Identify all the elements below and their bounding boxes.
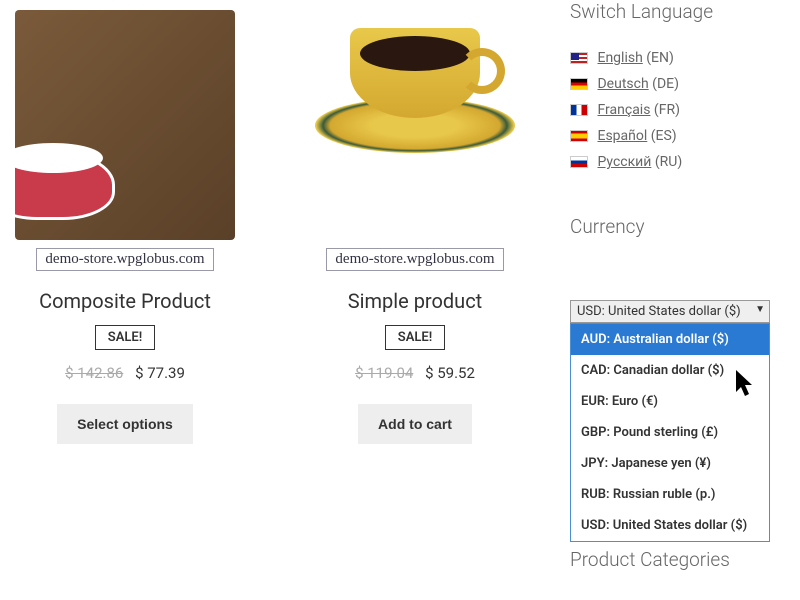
sale-badge: SALE! (95, 325, 155, 350)
language-item-fr[interactable]: Français (FR) (570, 97, 780, 123)
watermark: demo-store.wpglobus.com (326, 248, 503, 271)
flag-ru-icon (570, 156, 588, 168)
currency-option-aud[interactable]: AUD: Australian dollar ($) (571, 324, 769, 355)
language-item-ru[interactable]: Русский (RU) (570, 149, 780, 175)
currency-option-usd[interactable]: USD: United States dollar ($) (571, 510, 769, 541)
flag-us-icon (570, 52, 588, 64)
product-card: demo-store.wpglobus.com Composite Produc… (0, 0, 250, 444)
old-price: $ 142.86 (65, 364, 123, 382)
new-price: $ 77.39 (135, 364, 185, 382)
product-title[interactable]: Composite Product (0, 289, 250, 313)
product-image[interactable] (305, 10, 525, 240)
categories-heading: Product Categories (570, 548, 780, 571)
price: $ 142.86 $ 77.39 (0, 364, 250, 382)
add-to-cart-button[interactable]: Add to cart (358, 404, 472, 444)
currency-option-rub[interactable]: RUB: Russian ruble (p.) (571, 479, 769, 510)
currency-select[interactable]: USD: United States dollar ($) (570, 300, 770, 323)
flag-fr-icon (570, 104, 588, 116)
new-price: $ 59.52 (425, 364, 475, 382)
old-price: $ 119.04 (355, 364, 413, 382)
currency-option-cad[interactable]: CAD: Canadian dollar ($) (571, 355, 769, 386)
currency-dropdown: AUD: Australian dollar ($) CAD: Canadian… (570, 323, 770, 542)
currency-heading: Currency (570, 215, 780, 238)
flag-de-icon (570, 78, 588, 90)
flag-es-icon (570, 130, 588, 142)
language-item-de[interactable]: Deutsch (DE) (570, 71, 780, 97)
currency-option-eur[interactable]: EUR: Euro (€) (571, 386, 769, 417)
language-item-en[interactable]: English (EN) (570, 45, 780, 71)
select-options-button[interactable]: Select options (57, 404, 193, 444)
language-heading: Switch Language (570, 0, 780, 23)
language-item-es[interactable]: Español (ES) (570, 123, 780, 149)
currency-option-gbp[interactable]: GBP: Pound sterling (£) (571, 417, 769, 448)
price: $ 119.04 $ 59.52 (290, 364, 540, 382)
currency-option-jpy[interactable]: JPY: Japanese yen (¥) (571, 448, 769, 479)
product-card: demo-store.wpglobus.com Simple product S… (290, 0, 540, 444)
product-image[interactable] (15, 10, 235, 240)
product-title[interactable]: Simple product (290, 289, 540, 313)
language-list: English (EN) Deutsch (DE) Français (FR) … (570, 45, 780, 175)
watermark: demo-store.wpglobus.com (36, 248, 213, 271)
sale-badge: SALE! (385, 325, 445, 350)
